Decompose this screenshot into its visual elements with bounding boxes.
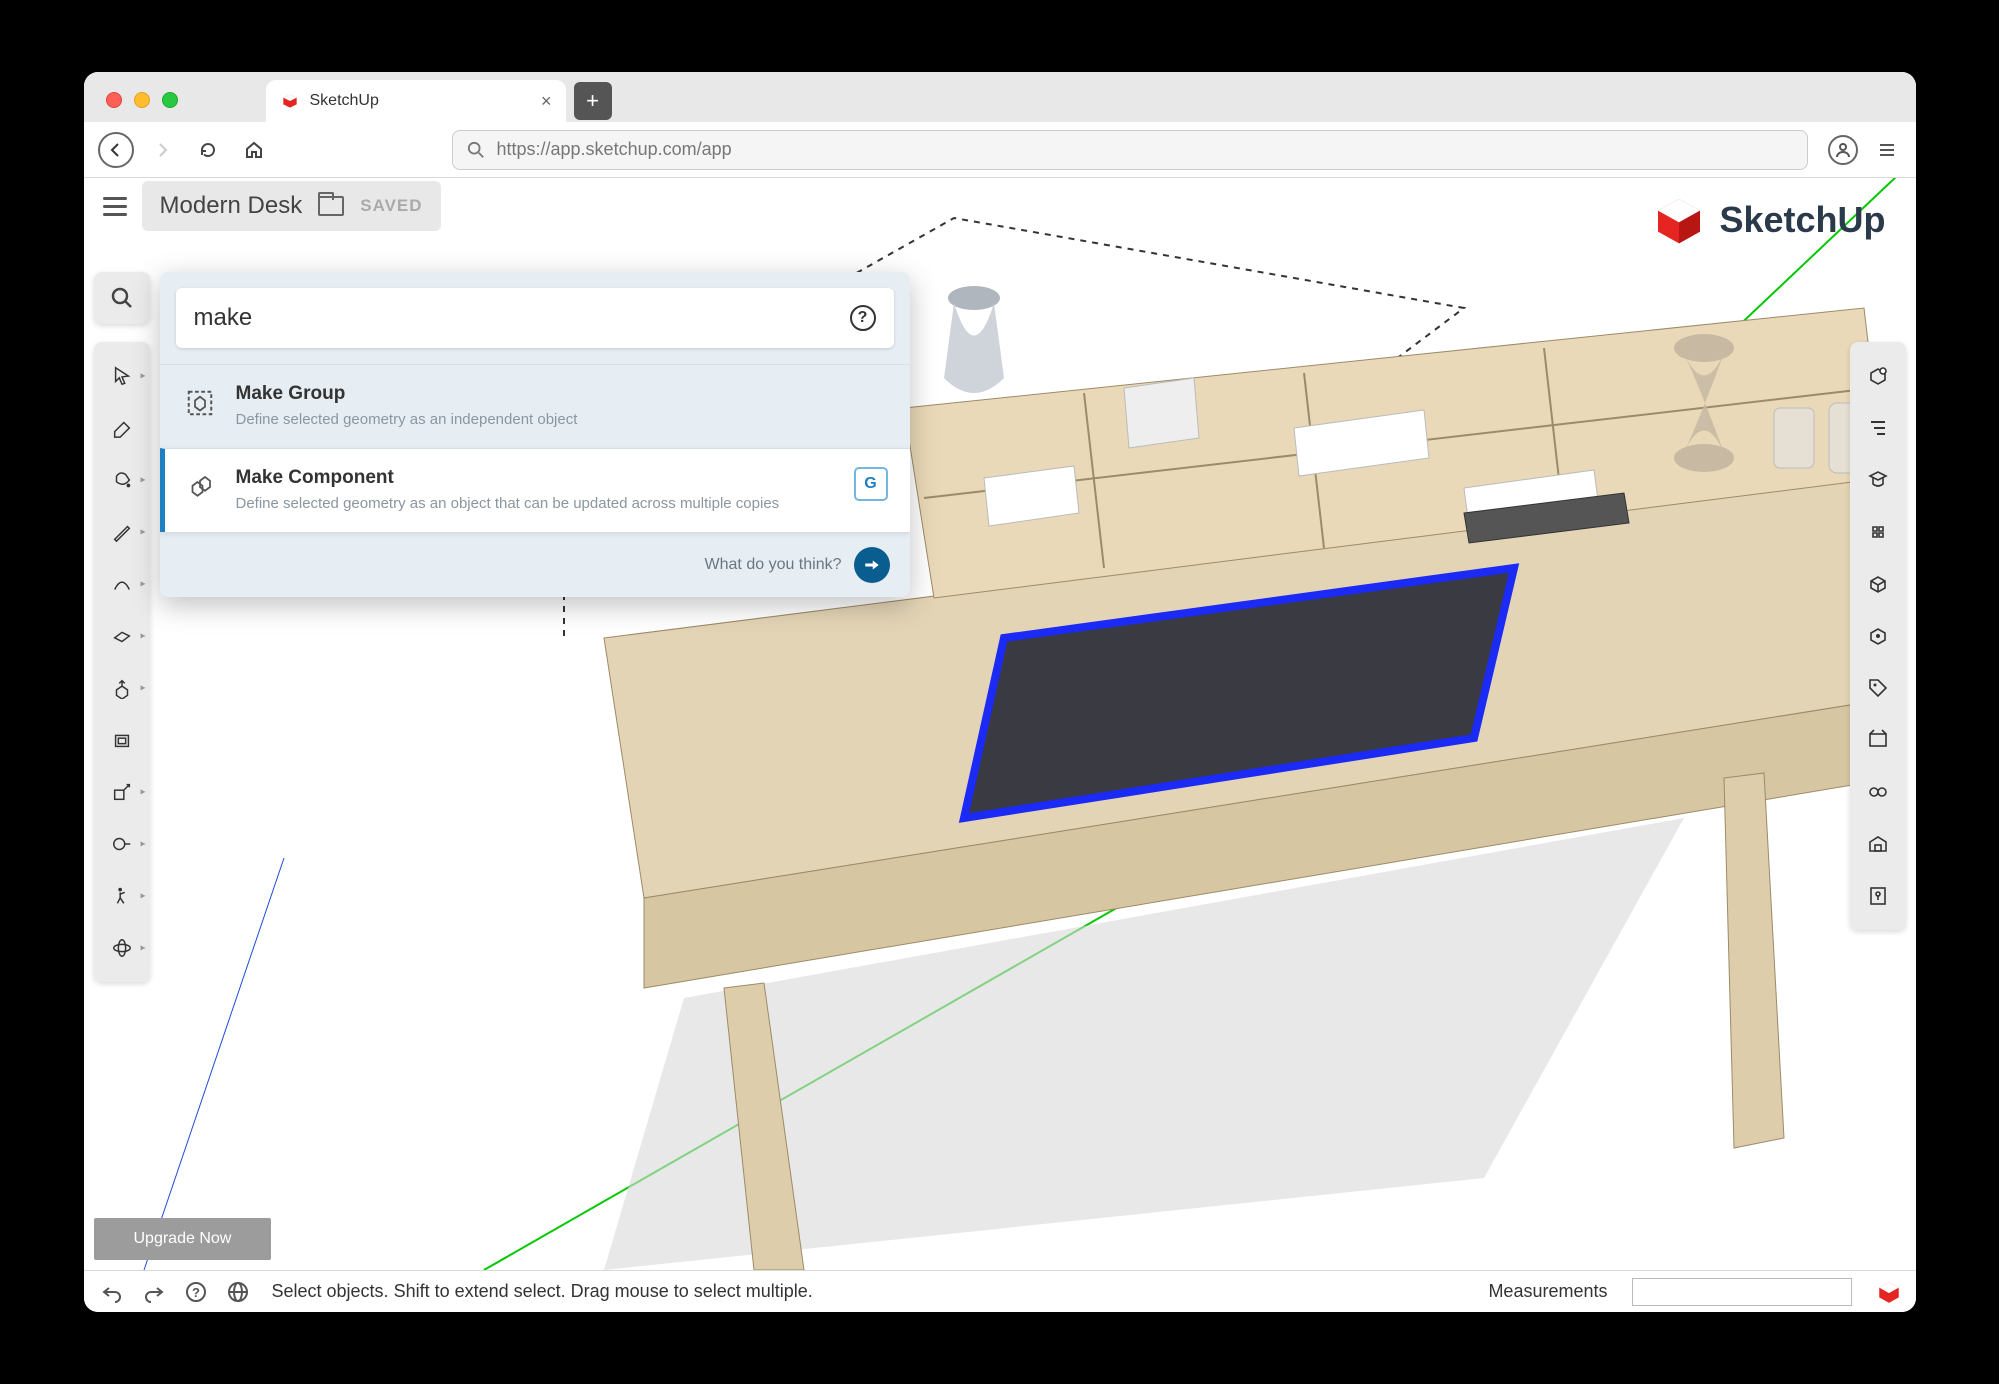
browser-window: SketchUp × + https://app.sketchup.com/ap… [84,72,1916,1312]
nav-back-button[interactable] [98,132,134,168]
panel-styles[interactable] [1856,614,1900,658]
make-group-icon [182,385,218,421]
measurements-input[interactable] [1632,1278,1852,1306]
tab-close-icon[interactable]: × [541,91,552,112]
command-search-row: ? [176,288,894,348]
browser-nav-bar: https://app.sketchup.com/app [84,122,1916,178]
nav-forward-button[interactable] [144,132,180,168]
url-text: https://app.sketchup.com/app [497,139,732,160]
make-component-icon [182,469,218,505]
status-hint: Select objects. Shift to extend select. … [272,1281,1475,1302]
browser-tab[interactable]: SketchUp × [266,80,566,122]
sketchup-logo: SketchUp [1651,192,1885,248]
svg-text:?: ? [192,1285,200,1300]
panel-entity-info[interactable] [1856,354,1900,398]
nav-home-button[interactable] [236,132,272,168]
tool-orbit[interactable]: ▸ [100,926,144,970]
tool-select[interactable]: ▸ [100,354,144,398]
toolbar-search-button[interactable] [94,272,150,324]
result-desc: Define selected geometry as an independe… [236,409,888,430]
tool-pencil[interactable]: ▸ [100,510,144,554]
save-state-label: SAVED [360,196,422,216]
language-button[interactable] [224,1278,252,1306]
tool-move[interactable]: ▸ [100,770,144,814]
new-tab-button[interactable]: + [574,82,612,120]
nav-reload-button[interactable] [190,132,226,168]
tool-tape-measure[interactable]: ▸ [100,822,144,866]
app-header: Modern Desk SAVED [84,178,441,234]
close-window-button[interactable] [106,92,122,108]
redo-button[interactable] [140,1278,168,1306]
panel-instructor[interactable] [1856,458,1900,502]
upgrade-now-button[interactable]: Upgrade Now [94,1218,272,1260]
panel-display[interactable] [1856,770,1900,814]
tool-walk[interactable]: ▸ [100,874,144,918]
command-search-popover: ? Make Group Define selected geometry as… [160,272,910,597]
feedback-row: What do you think? [160,532,910,597]
tool-offset[interactable] [100,718,144,762]
left-toolbar: ▸ ▸ ▸ ▸ ▸ ▸ ▸ [94,342,150,982]
right-toolbar [1850,342,1906,930]
sketchup-mini-icon [1876,1279,1902,1305]
tool-eraser[interactable] [100,406,144,450]
feedback-prompt: What do you think? [705,556,842,574]
search-icon [467,141,485,159]
minimize-window-button[interactable] [134,92,150,108]
logo-text: SketchUp [1719,199,1885,241]
tool-paint-bucket[interactable]: ▸ [100,458,144,502]
window-controls [84,92,196,122]
undo-button[interactable] [98,1278,126,1306]
search-result-make-group[interactable]: Make Group Define selected geometry as a… [160,364,910,448]
result-shortcut-key: G [854,467,888,501]
tab-title: SketchUp [310,92,531,110]
tool-rectangle[interactable]: ▸ [100,614,144,658]
browser-menu-button[interactable] [1872,132,1902,168]
account-button[interactable] [1828,135,1858,165]
panel-scenes[interactable] [1856,718,1900,762]
panel-add-location[interactable] [1856,874,1900,918]
tool-arc[interactable]: ▸ [100,562,144,606]
measurements-label: Measurements [1488,1281,1607,1302]
result-title: Make Group [236,383,888,405]
feedback-button[interactable] [854,547,890,583]
panel-outliner[interactable] [1856,406,1900,450]
sketchup-favicon-icon [280,91,300,111]
status-bar: ? Select objects. Shift to extend select… [84,1270,1916,1312]
tab-strip: SketchUp × + [84,72,1916,122]
help-icon[interactable]: ? [850,305,876,331]
nav-right [1828,132,1902,168]
panel-3d-warehouse[interactable] [1856,822,1900,866]
panel-materials[interactable] [1856,562,1900,606]
result-title: Make Component [236,467,836,489]
panel-tags[interactable] [1856,666,1900,710]
tool-push-pull[interactable]: ▸ [100,666,144,710]
sketchup-logo-icon [1651,192,1707,248]
file-name: Modern Desk [160,192,303,220]
app-menu-button[interactable] [94,185,136,227]
url-bar[interactable]: https://app.sketchup.com/app [452,130,1808,170]
search-result-make-component[interactable]: Make Component Define selected geometry … [160,448,910,532]
panel-components[interactable] [1856,510,1900,554]
folder-icon [318,196,344,216]
file-info-pill[interactable]: Modern Desk SAVED [142,181,441,231]
search-icon [110,286,134,310]
result-desc: Define selected geometry as an object th… [236,493,836,514]
command-search-input[interactable] [194,304,850,332]
status-help-button[interactable]: ? [182,1278,210,1306]
maximize-window-button[interactable] [162,92,178,108]
